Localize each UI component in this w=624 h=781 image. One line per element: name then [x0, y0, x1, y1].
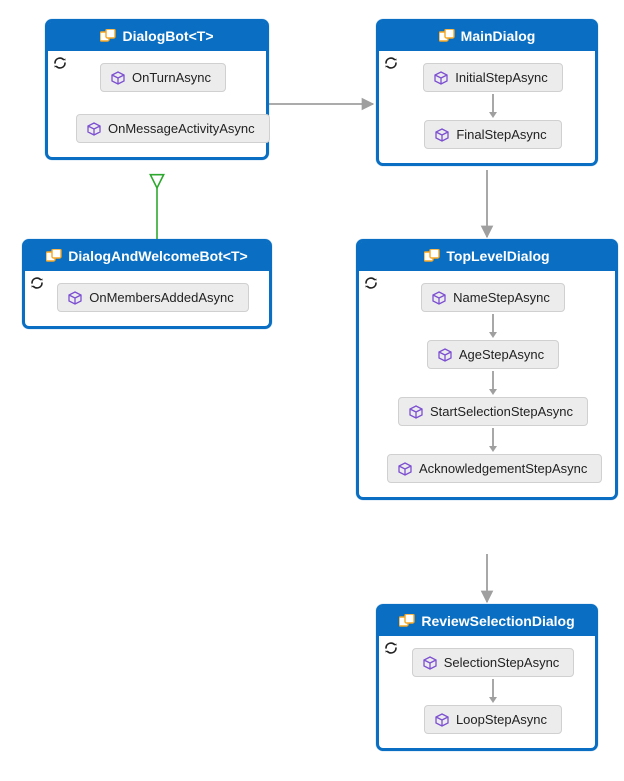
- method-acknowledgementstepasync: AcknowledgementStepAsync: [387, 454, 602, 483]
- method-agestepasync: AgeStepAsync: [427, 340, 559, 369]
- method-onmessageactivityasync: OnMessageActivityAsync: [76, 114, 270, 143]
- step-arrow-icon: [487, 369, 499, 397]
- class-icon: [439, 29, 455, 43]
- method-initialstepasync: InitialStepAsync: [423, 63, 563, 92]
- method-finalstepasync: FinalStepAsync: [424, 120, 561, 149]
- diagram-canvas: DialogBot<T> OnTurnAsync OnMessageActivi…: [0, 0, 624, 781]
- class-dialogbot: DialogBot<T> OnTurnAsync OnMessageActivi…: [45, 19, 269, 160]
- method-label: OnTurnAsync: [132, 70, 211, 85]
- class-icon: [46, 249, 62, 263]
- class-maindialog: MainDialog InitialStepAsync FinalStepAsy…: [376, 19, 598, 166]
- class-title: DialogBot<T>: [122, 28, 213, 44]
- method-label: NameStepAsync: [453, 290, 550, 305]
- method-startselectionstepasync: StartSelectionStepAsync: [398, 397, 588, 426]
- class-title: DialogAndWelcomeBot<T>: [68, 248, 247, 264]
- cube-icon: [111, 71, 125, 85]
- cube-icon: [398, 462, 412, 476]
- class-title: ReviewSelectionDialog: [421, 613, 574, 629]
- class-topleveldialog: TopLevelDialog NameStepAsync AgeStepAsyn…: [356, 239, 618, 500]
- step-arrow-icon: [487, 92, 499, 120]
- step-arrow-icon: [487, 426, 499, 454]
- method-label: InitialStepAsync: [455, 70, 548, 85]
- recycle-icon: [363, 275, 379, 291]
- cube-icon: [435, 713, 449, 727]
- class-title: MainDialog: [461, 28, 536, 44]
- class-header: TopLevelDialog: [359, 242, 615, 271]
- method-label: OnMembersAddedAsync: [89, 290, 234, 305]
- cube-icon: [68, 291, 82, 305]
- class-reviewselectiondialog: ReviewSelectionDialog SelectionStepAsync…: [376, 604, 598, 751]
- class-dialogandwelcomebot: DialogAndWelcomeBot<T> OnMembersAddedAsy…: [22, 239, 272, 329]
- method-selectionstepasync: SelectionStepAsync: [412, 648, 575, 677]
- class-icon: [424, 249, 440, 263]
- cube-icon: [87, 122, 101, 136]
- method-label: SelectionStepAsync: [444, 655, 560, 670]
- method-onmembersaddedasync: OnMembersAddedAsync: [57, 283, 249, 312]
- cube-icon: [423, 656, 437, 670]
- class-header: MainDialog: [379, 22, 595, 51]
- step-arrow-icon: [487, 312, 499, 340]
- cube-icon: [435, 128, 449, 142]
- method-label: FinalStepAsync: [456, 127, 546, 142]
- recycle-icon: [52, 55, 68, 71]
- method-label: LoopStepAsync: [456, 712, 547, 727]
- class-header: DialogBot<T>: [48, 22, 266, 51]
- step-arrow-icon: [487, 677, 499, 705]
- cube-icon: [438, 348, 452, 362]
- cube-icon: [409, 405, 423, 419]
- class-icon: [399, 614, 415, 628]
- cube-icon: [434, 71, 448, 85]
- class-header: ReviewSelectionDialog: [379, 607, 595, 636]
- recycle-icon: [383, 640, 399, 656]
- method-label: StartSelectionStepAsync: [430, 404, 573, 419]
- cube-icon: [432, 291, 446, 305]
- method-onturnasync: OnTurnAsync: [100, 63, 226, 92]
- recycle-icon: [383, 55, 399, 71]
- method-label: AcknowledgementStepAsync: [419, 461, 587, 476]
- method-namestepasync: NameStepAsync: [421, 283, 565, 312]
- method-label: OnMessageActivityAsync: [108, 121, 255, 136]
- method-loopstepasync: LoopStepAsync: [424, 705, 562, 734]
- method-label: AgeStepAsync: [459, 347, 544, 362]
- class-header: DialogAndWelcomeBot<T>: [25, 242, 269, 271]
- class-icon: [100, 29, 116, 43]
- recycle-icon: [29, 275, 45, 291]
- class-title: TopLevelDialog: [446, 248, 549, 264]
